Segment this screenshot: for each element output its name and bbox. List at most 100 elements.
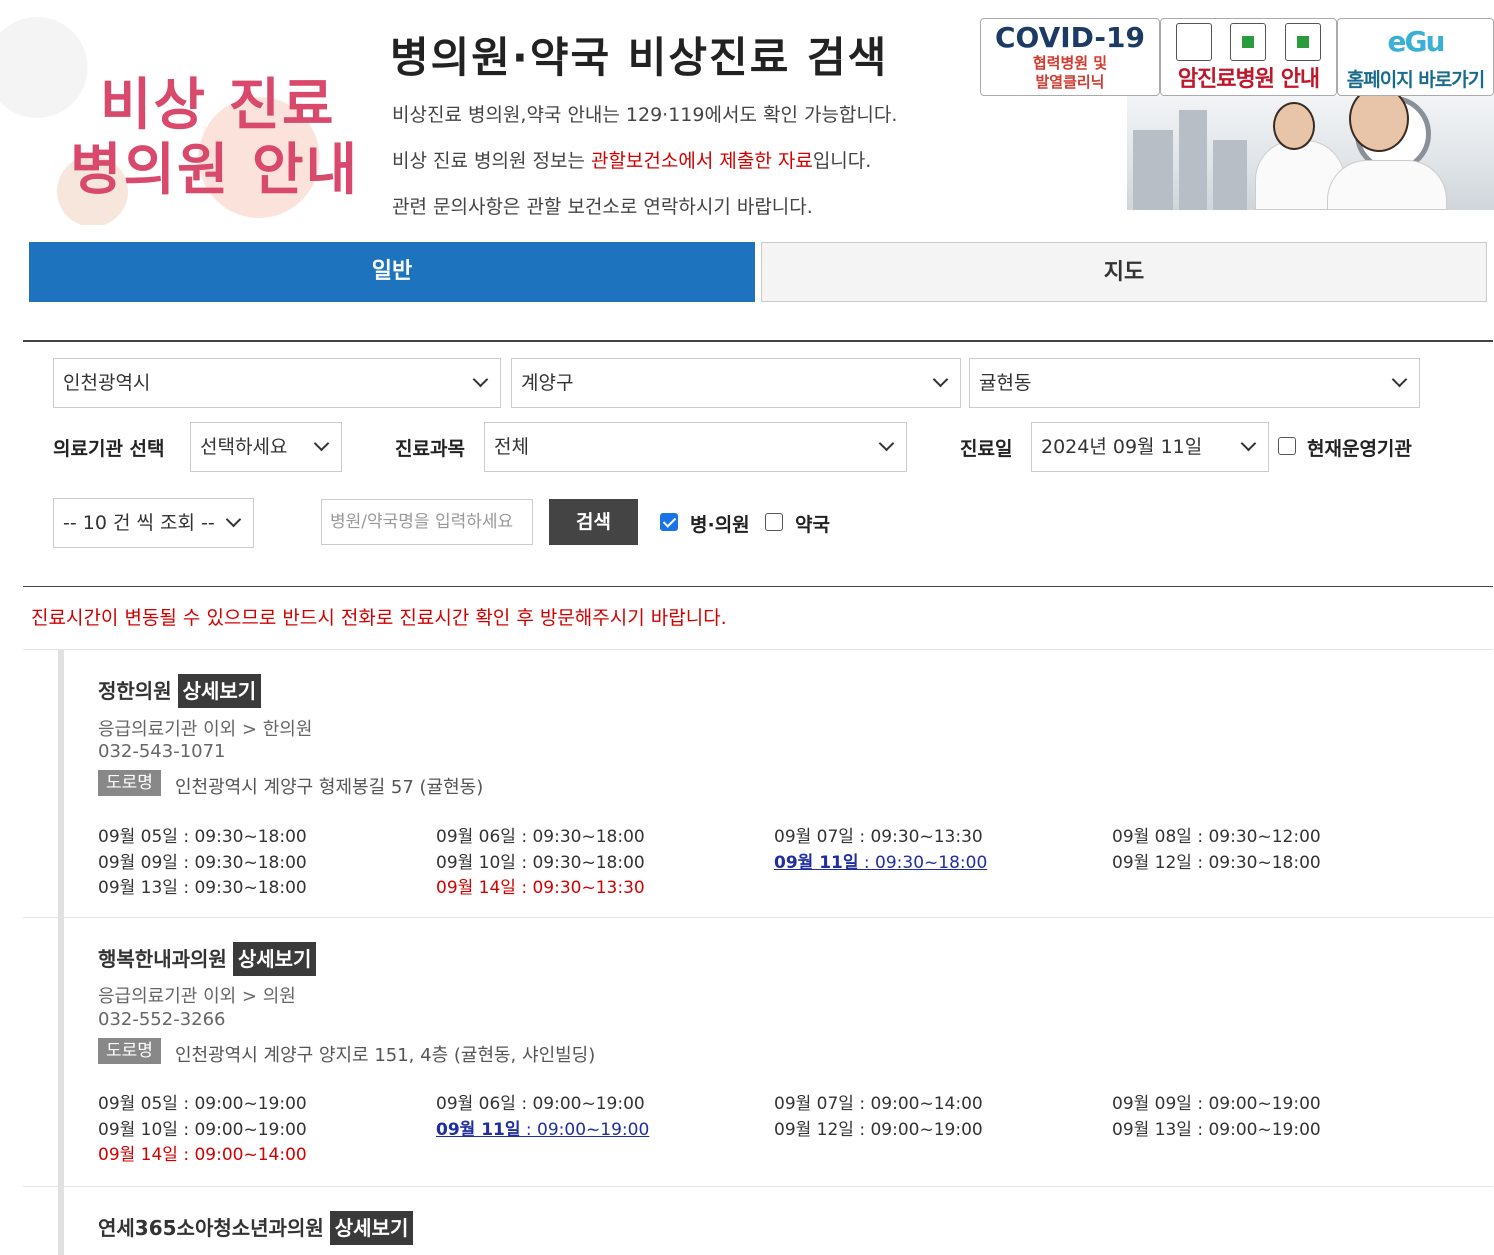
schedule-day: 09월 14일	[98, 1145, 178, 1165]
department-label: 진료과목	[395, 438, 465, 460]
schedule-time: : 09:00~19:00	[177, 1094, 307, 1114]
per-page-select[interactable]: -- 10 건 씩 조회 --	[53, 498, 254, 548]
result-item: 연세365소아청소년과의원 상세보기	[23, 1186, 1493, 1255]
schedule-entry: 09월 10일 : 09:30~18:00	[436, 848, 645, 873]
schedule-time: : 09:30~13:30	[853, 827, 983, 847]
district-select[interactable]: 계양구	[511, 358, 961, 408]
schedule-day: 09월 12일	[774, 1119, 854, 1140]
chevron-down-icon	[932, 373, 950, 391]
result-name-text: 행복한내과의원	[98, 947, 227, 971]
egu-logo-icon: eGu	[1387, 25, 1446, 58]
schedule-time: : 09:00~19:00	[177, 1119, 307, 1140]
schedule-time: : 09:00~19:00	[520, 1119, 650, 1140]
pharmacy-checkbox-label: 약국	[795, 514, 830, 536]
result-address: 인천광역시 계양구 양지로 151, 4층 (귤현동, 샤인빌딩)	[175, 1045, 596, 1066]
cancer-banner-label: 암진료병원 안내	[1177, 67, 1320, 92]
name-search-input[interactable]: 병원/약국명을 입력하세요	[321, 499, 533, 545]
now-open-checkbox[interactable]	[1278, 437, 1296, 455]
tab-map[interactable]: 지도	[761, 242, 1487, 302]
schedule-time: : 09:30~12:00	[1191, 827, 1321, 847]
institution-select-value: 선택하세요	[200, 436, 288, 458]
city-select[interactable]: 인천광역시	[53, 358, 501, 408]
schedule-time: : 09:00~19:00	[1191, 1094, 1321, 1114]
schedule-day: 09월 05일	[98, 827, 178, 847]
schedule-day: 09월 06일	[436, 827, 516, 847]
intro-line-2-a: 비상 진료 병의원 정보는	[392, 150, 591, 172]
schedule-entry: 09월 10일 : 09:00~19:00	[98, 1115, 307, 1140]
department-select[interactable]: 전체	[484, 422, 907, 472]
schedule-entry: 09월 14일 : 09:30~13:30	[436, 873, 645, 898]
brand-line-2: 병의원 안내	[70, 138, 360, 203]
hospital-icon	[1176, 23, 1213, 61]
schedule-time: : 09:30~18:00	[177, 852, 307, 873]
schedule-day: 09월 11일	[436, 1119, 521, 1140]
tab-general[interactable]: 일반	[29, 242, 755, 302]
search-panel: 인천광역시 계양구 귤현동 의료기관 선택 선택하세요 진료과목 전체 진료일 …	[23, 340, 1493, 587]
schedule-time: : 09:30~18:00	[1191, 852, 1321, 873]
per-page-select-value: -- 10 건 씩 조회 --	[63, 512, 215, 534]
result-phone[interactable]: 032-552-3266	[98, 1009, 226, 1030]
result-name-text: 연세365소아청소년과의원	[98, 1216, 324, 1240]
cancer-banner-icons	[1161, 19, 1336, 63]
detail-button[interactable]: 상세보기	[177, 674, 262, 708]
homepage-banner[interactable]: eGu 홈페이지 바로가기	[1337, 18, 1494, 96]
schedule-time: : 09:30~18:00	[177, 827, 307, 847]
schedule-time: : 09:00~19:00	[853, 1119, 983, 1140]
intro-line-2: 비상 진료 병의원 정보는 관할보건소에서 제출한 자료입니다.	[392, 146, 871, 173]
schedule-day: 09월 08일	[1112, 827, 1192, 847]
schedule-day: 09월 06일	[436, 1094, 516, 1114]
cancer-hospital-banner[interactable]: 암진료병원 안내	[1160, 18, 1337, 96]
schedule-day: 09월 09일	[1112, 1094, 1192, 1114]
schedule-entry: 09월 12일 : 09:00~19:00	[774, 1115, 983, 1140]
result-list: 정한의원 상세보기 응급의료기관 이외 > 한의원 032-543-1071 도로…	[23, 649, 1493, 1255]
schedule-entry: 09월 06일 : 09:00~19:00	[436, 1089, 645, 1114]
schedule-day: 09월 11일	[774, 852, 859, 873]
schedule-entry: 09월 13일 : 09:00~19:00	[1112, 1115, 1321, 1140]
schedule-entry: 09월 05일 : 09:00~19:00	[98, 1089, 307, 1114]
pharmacy-checkbox[interactable]	[765, 513, 783, 531]
chevron-down-icon	[878, 437, 896, 455]
schedule-entry: 09월 11일 : 09:00~19:00	[436, 1115, 649, 1140]
chevron-down-icon	[472, 373, 490, 391]
intro-line-2-b: 입니다.	[812, 150, 872, 172]
brand-logo: 비상 진료 병의원 안내	[0, 0, 370, 225]
schedule-day: 09월 12일	[1112, 852, 1192, 873]
homepage-banner-label: 홈페이지 바로가기	[1346, 69, 1485, 91]
result-category: 응급의료기관 이외 > 의원	[98, 986, 296, 1007]
now-open-label: 현재운영기관	[1307, 438, 1412, 460]
chevron-down-icon	[225, 513, 243, 531]
schedule-day: 09월 13일	[1112, 1119, 1192, 1140]
schedule-time: : 09:30~18:00	[177, 878, 307, 898]
chevron-down-icon	[1391, 373, 1409, 391]
schedule-entry: 09월 06일 : 09:30~18:00	[436, 822, 645, 847]
institution-select[interactable]: 선택하세요	[190, 422, 342, 472]
visit-notice: 진료시간이 변동될 수 있으므로 반드시 전화로 진료시간 확인 후 방문해주시…	[31, 607, 727, 629]
detail-button[interactable]: 상세보기	[232, 942, 317, 976]
detail-button[interactable]: 상세보기	[329, 1211, 414, 1245]
district-select-value: 계양구	[521, 372, 574, 394]
intro-line-1: 비상진료 병의원,약국 안내는 129·119에서도 확인 가능합니다.	[392, 104, 898, 126]
page-header: 비상 진료 병의원 안내 병의원·약국 비상진료 검색 비상진료 병의원,약국 …	[0, 0, 1494, 230]
covid-banner-title: COVID-19	[994, 21, 1146, 54]
schedule-entry: 09월 11일 : 09:30~18:00	[774, 848, 987, 873]
schedule-time: : 09:30~13:30	[515, 878, 645, 898]
result-name: 행복한내과의원 상세보기	[98, 942, 317, 976]
hospital-checkbox[interactable]	[660, 513, 678, 531]
date-select[interactable]: 2024년 09월 11일	[1031, 422, 1269, 472]
schedule-day: 09월 13일	[98, 878, 178, 898]
chevron-down-icon	[1240, 437, 1258, 455]
schedule-day: 09월 09일	[98, 852, 178, 873]
department-select-value: 전체	[494, 436, 529, 458]
schedule-entry: 09월 07일 : 09:30~13:30	[774, 822, 983, 847]
schedule-day: 09월 07일	[774, 1094, 854, 1114]
address-badge: 도로명	[98, 1038, 161, 1064]
covid-banner[interactable]: COVID-19 협력병원 및 발열클리닉	[980, 18, 1160, 96]
covid-banner-sub-2: 발열클리닉	[1035, 73, 1105, 91]
dong-select[interactable]: 귤현동	[969, 358, 1420, 408]
result-phone[interactable]: 032-543-1071	[98, 741, 226, 762]
schedule-day: 09월 07일	[774, 827, 854, 847]
address-badge: 도로명	[98, 770, 161, 796]
schedule-time: : 09:00~14:00	[177, 1145, 307, 1165]
page-title: 병의원·약국 비상진료 검색	[390, 33, 889, 82]
search-button[interactable]: 검색	[549, 499, 638, 545]
